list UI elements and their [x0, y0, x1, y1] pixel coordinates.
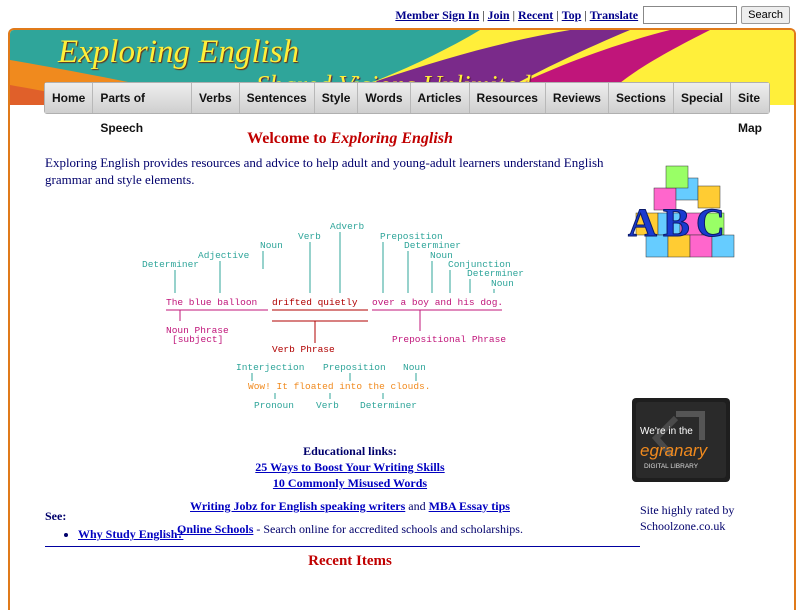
diagram-mid-labels: Interjection Preposition Noun: [236, 362, 426, 373]
link-mba-essay[interactable]: MBA Essay tips: [429, 499, 510, 513]
link-writing-jobz[interactable]: Writing Jobz for English speaking writer…: [190, 499, 405, 513]
abc-blocks-image: A B C: [628, 165, 735, 258]
see-list: Why Study English?: [60, 527, 183, 542]
top-utility-bar: Member Sign In | Join | Recent | Top | Trans…: [395, 6, 790, 24]
join-link[interactable]: Join: [488, 8, 510, 23]
nav-reviews[interactable]: Reviews: [545, 83, 609, 113]
label-verb-2: Verb: [316, 400, 339, 411]
nav-verbs[interactable]: Verbs: [191, 83, 240, 113]
banner-title: Exploring English: [58, 34, 300, 70]
label-prepositional-phrase: Prepositional Phrase: [392, 334, 506, 345]
section-divider: [45, 546, 640, 547]
nav-special[interactable]: Special: [673, 83, 731, 113]
search-input[interactable]: [643, 6, 738, 24]
label-subject: [subject]: [172, 334, 223, 345]
nav-resources[interactable]: Resources: [469, 83, 546, 113]
label-pronoun: Pronoun: [254, 400, 294, 411]
member-sign-in-link[interactable]: Member Sign In: [395, 8, 479, 23]
recent-link[interactable]: Recent: [518, 8, 553, 23]
label-adverb: Adverb: [330, 221, 365, 232]
search-button[interactable]: Search: [741, 6, 790, 24]
nav-words[interactable]: Words: [358, 83, 411, 113]
nav-site-map[interactable]: Site Map: [731, 83, 769, 135]
see-label: See:: [45, 509, 67, 523]
sentence1-part-a: The blue balloon: [166, 297, 257, 308]
why-study-english-link[interactable]: Why Study English?: [78, 527, 183, 541]
label-verb-phrase: Verb Phrase: [272, 344, 335, 355]
label-interjection: Interjection: [236, 362, 304, 373]
diagram-bottom-labels: Pronoun Verb Determiner: [254, 400, 417, 411]
nav-articles[interactable]: Articles: [410, 83, 470, 113]
educational-links-heading: Educational links:: [303, 444, 397, 458]
label-adjective: Adjective: [198, 250, 250, 261]
egranary-logo: We're in the egranary DIGITAL LIBRARY: [636, 402, 726, 478]
online-schools-desc: - Search online for accredited schools a…: [253, 522, 523, 536]
diagram-sentence-1: The blue balloon drifted quietly over a …: [166, 297, 503, 308]
nav-parts-of-speech[interactable]: Parts of Speech: [93, 83, 192, 135]
egranary-line3: DIGITAL LIBRARY: [644, 463, 699, 470]
educational-links: Educational links: 25 Ways to Boost Your…: [0, 444, 700, 538]
translate-link[interactable]: Translate: [590, 8, 638, 23]
nav-sentences[interactable]: Sentences: [239, 83, 315, 113]
diagram-top-labels: Determiner Adjective Noun Verb Adverb Pr…: [142, 221, 524, 289]
nav-sections[interactable]: Sections: [608, 83, 674, 113]
sentence-2: Wow! It floated into the clouds.: [248, 381, 430, 392]
label-noun-3: Noun: [491, 278, 514, 289]
egranary-badge[interactable]: We're in the egranary DIGITAL LIBRARY: [632, 398, 730, 482]
link-misused-words[interactable]: 10 Commonly Misused Words: [273, 476, 427, 490]
label-verb: Verb: [298, 231, 321, 242]
egranary-line1: We're in the: [640, 426, 693, 437]
abc-letter-b: B: [663, 200, 690, 245]
link-online-schools[interactable]: Online Schools: [177, 522, 253, 536]
egranary-line2: egranary: [640, 441, 709, 460]
intro-paragraph: Exploring English provides resources and…: [45, 155, 604, 187]
sentence1-part-c: over a boy and his dog.: [372, 297, 503, 308]
label-preposition-2: Preposition: [323, 362, 386, 373]
link-25-ways[interactable]: 25 Ways to Boost Your Writing Skills: [255, 460, 444, 474]
sentence-diagram: Determiner Adjective Noun Verb Adverb Pr…: [142, 221, 524, 411]
site-rating-text: Site highly rated by Schoolzone.co.uk: [640, 503, 735, 533]
sentence1-part-b: drifted quietly: [272, 297, 358, 308]
label-noun-1: Noun: [260, 240, 283, 251]
top-link[interactable]: Top: [562, 8, 582, 23]
label-noun-4: Noun: [403, 362, 426, 373]
nav-home[interactable]: Home: [45, 83, 94, 113]
main-nav: Home Parts of Speech Verbs Sentences Sty…: [44, 82, 770, 135]
list-item: Why Study English?: [78, 527, 183, 542]
diagram-phrase-labels: Noun Phrase [subject] Verb Phrase Prepos…: [166, 325, 506, 355]
abc-letter-a: A: [628, 200, 657, 245]
welcome-heading: Welcome to Exploring English: [247, 130, 453, 147]
abc-letter-c: C: [696, 200, 725, 245]
recent-items-heading: Recent Items: [308, 553, 392, 569]
label-determiner-4: Determiner: [360, 400, 417, 411]
label-determiner-1: Determiner: [142, 259, 199, 270]
nav-style[interactable]: Style: [314, 83, 359, 113]
and-text: and: [405, 499, 429, 513]
